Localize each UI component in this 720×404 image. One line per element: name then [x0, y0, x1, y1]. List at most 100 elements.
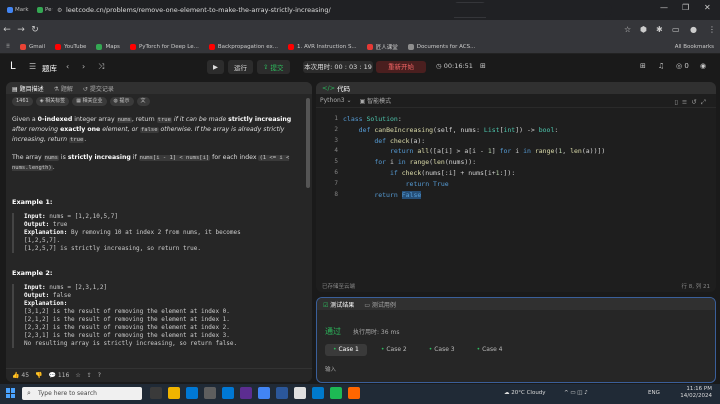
difficulty-score-tag[interactable]: 1461: [12, 97, 33, 106]
url-input[interactable]: leetcode.cn/problems/remove-one-element-…: [52, 3, 612, 17]
tab-favicon-icon: [37, 7, 43, 13]
apps-grid-icon[interactable]: ⠿: [6, 44, 10, 50]
grid-apps-icon[interactable]: ⊞: [640, 62, 646, 70]
case-3-tab[interactable]: • Case 3: [421, 344, 463, 356]
tab-test-case[interactable]: ▭ 测试用例: [364, 300, 396, 309]
bookmark-item[interactable]: Maps: [96, 43, 120, 50]
app-icon-1[interactable]: [240, 387, 252, 399]
taskbar-clock[interactable]: 11:16 PM 14/02/2024: [680, 386, 712, 400]
case-4-tab[interactable]: • Case 4: [469, 344, 511, 356]
leetcode-logo-icon[interactable]: ᒪ: [10, 62, 20, 72]
tab-solutions[interactable]: ⚗ 题解: [54, 84, 73, 93]
comment-icon: 💬: [48, 372, 58, 379]
store-icon[interactable]: [204, 387, 216, 399]
help-button[interactable]: ?: [98, 372, 101, 379]
dislike-button[interactable]: 👎: [35, 372, 42, 379]
menu-kebab-icon[interactable]: ⋮: [708, 25, 716, 34]
elapsed-clock[interactable]: ◷ 00:16:51: [436, 62, 473, 70]
file-explorer-icon[interactable]: [168, 387, 180, 399]
bookmark-item[interactable]: YouTube: [55, 43, 86, 50]
profile-icon[interactable]: ●: [690, 25, 697, 34]
case-2-tab[interactable]: • Case 2: [373, 344, 415, 356]
hints-tag[interactable]: ◍ 提示: [109, 97, 134, 106]
submit-button[interactable]: ⇪ 提交: [257, 60, 290, 74]
input-language[interactable]: ENG: [648, 390, 660, 396]
problem-list-icon[interactable]: ☰: [29, 62, 36, 71]
language-select[interactable]: Python3 ⌄: [320, 97, 352, 104]
fullscreen-icon[interactable]: ⤢: [701, 98, 710, 106]
windows-start-icon[interactable]: [6, 388, 16, 398]
extension-icon[interactable]: ⬢: [640, 25, 647, 34]
share-button[interactable]: ⇪: [87, 372, 92, 379]
code-editor-panel: </> 代码 Python3 ⌄ ▣ 智能模式 ▯≡↺⤢ 1 2 3 4 5 6 7 8 cl…: [316, 82, 716, 292]
site-info-icon[interactable]: ⚙: [57, 7, 62, 14]
all-bookmarks-link[interactable]: All Bookmarks: [675, 44, 714, 50]
forward-icon[interactable]: →: [14, 25, 28, 35]
user-avatar[interactable]: ◉: [700, 62, 706, 70]
sidepanel-icon[interactable]: ▭: [672, 25, 680, 34]
app-icon-4[interactable]: [348, 387, 360, 399]
comments-button[interactable]: 💬 116: [49, 372, 70, 379]
bookmark-star-icon[interactable]: ☆: [624, 25, 631, 34]
bookmark-item[interactable]: 1. AVR Instruction S...: [288, 43, 357, 50]
close-window-icon[interactable]: ✕: [704, 3, 711, 12]
maximize-icon[interactable]: ❐: [682, 3, 689, 12]
line-number: 7: [334, 179, 338, 187]
favorite-button[interactable]: ☆: [75, 372, 80, 379]
bookmark-item[interactable]: PyTorch for Deep Le...: [129, 43, 199, 50]
bookmark-item[interactable]: 匠人课堂: [366, 43, 398, 51]
layout-icon[interactable]: ⊞: [480, 62, 486, 70]
format-icon[interactable]: ≡: [682, 98, 691, 106]
companies-tag[interactable]: ▦ 相关企业: [72, 97, 107, 106]
run-button[interactable]: 运行: [228, 60, 253, 74]
like-button[interactable]: 👍 45: [12, 372, 29, 379]
vscode-icon[interactable]: [312, 387, 324, 399]
debug-button[interactable]: ▶: [207, 60, 224, 74]
next-problem-icon[interactable]: ›: [82, 62, 85, 71]
tab-submissions[interactable]: ↺ 提交记录: [83, 84, 114, 93]
bookmark-item[interactable]: Documents for ACS...: [407, 43, 475, 50]
extensions-puzzle-icon[interactable]: ✱: [656, 25, 663, 34]
problem-list-link[interactable]: 题库: [42, 63, 57, 74]
notification-bell-icon[interactable]: ♫: [658, 62, 664, 70]
smart-mode-toggle[interactable]: ▣ 智能模式: [360, 96, 392, 105]
word-icon[interactable]: [276, 387, 288, 399]
clock-icon: ◷: [436, 62, 444, 70]
translate-tag[interactable]: 文: [136, 97, 150, 106]
tray-icons[interactable]: ^ ▭ ◫ ♪: [564, 390, 588, 396]
test-result-panel: ☑ 测试结果 ▭ 测试用例 通过 执行用时: 36 ms • Case 1 • …: [316, 297, 716, 383]
minimize-icon[interactable]: —: [660, 3, 668, 12]
taskbar-search-input[interactable]: Type here to search: [22, 387, 142, 400]
line-number: 8: [334, 190, 338, 198]
reset-icon[interactable]: ↺: [691, 98, 700, 106]
tab-test-result[interactable]: ☑ 测试结果: [323, 300, 354, 309]
weather-widget[interactable]: ☁ 20°C Cloudy: [504, 390, 546, 396]
app-icon-3[interactable]: [330, 387, 342, 399]
prev-problem-icon[interactable]: ‹: [66, 62, 69, 71]
tab-label: Mark: [15, 7, 29, 13]
chrome-icon[interactable]: [258, 387, 270, 399]
code-area[interactable]: class Solution: def canBeIncreasing(self…: [343, 114, 605, 200]
bookmark-favicon-icon: [55, 43, 62, 50]
coins-count[interactable]: ◎ 0: [676, 62, 689, 70]
mail-icon[interactable]: [222, 387, 234, 399]
related-topics-tag[interactable]: ◈ 相关标签: [35, 97, 70, 106]
edge-icon[interactable]: [186, 387, 198, 399]
tab-description[interactable]: ▤ 题目描述: [12, 84, 44, 93]
bookmark-icon[interactable]: ▯: [674, 98, 682, 106]
app-icon-2[interactable]: [294, 387, 306, 399]
result-status: 通过: [325, 327, 341, 336]
back-icon[interactable]: ←: [0, 25, 14, 35]
bookmark-favicon-icon: [20, 43, 27, 50]
restart-button[interactable]: 重新开始: [376, 61, 426, 73]
reload-icon[interactable]: ↻: [28, 25, 42, 35]
bookmark-item[interactable]: Gmail: [20, 43, 45, 50]
line-number: 2: [334, 125, 338, 133]
description-scrollbar[interactable]: [306, 98, 310, 188]
bookmark-item[interactable]: Backpropagation ex...: [208, 43, 278, 50]
shuffle-icon[interactable]: ⤨: [98, 62, 104, 72]
browser-tab[interactable]: Mark: [4, 2, 33, 18]
case-1-tab[interactable]: • Case 1: [325, 344, 367, 356]
task-view-icon[interactable]: [150, 387, 162, 399]
bookmark-favicon-icon: [208, 43, 215, 50]
